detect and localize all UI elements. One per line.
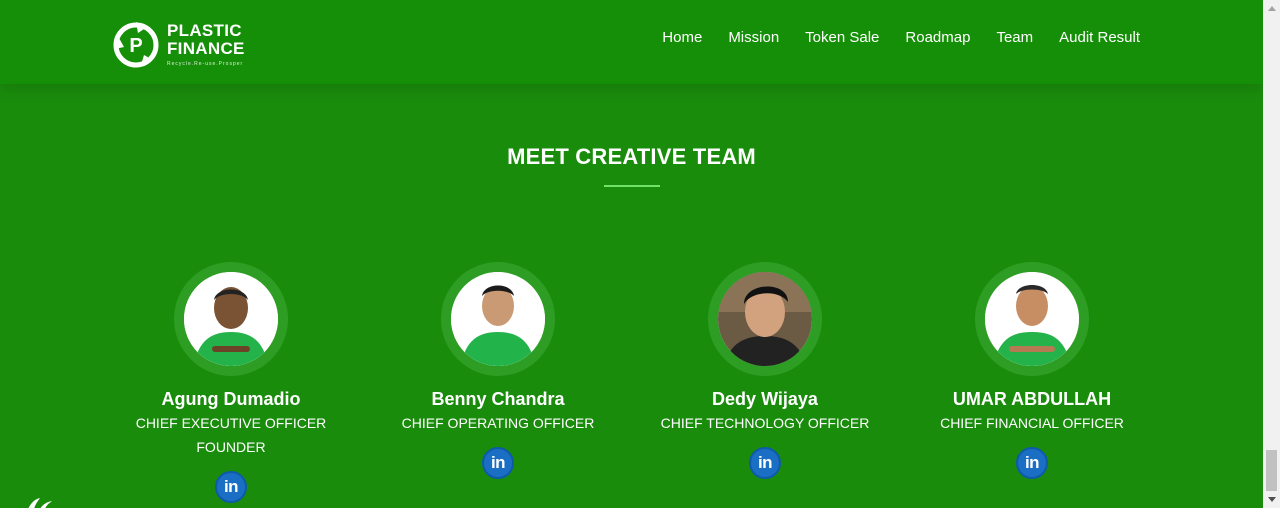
member-role: CHIEF EXECUTIVE OFFICER xyxy=(135,415,327,431)
linkedin-icon[interactable]: in xyxy=(215,471,247,503)
avatar xyxy=(451,272,545,366)
linkedin-icon-label: in xyxy=(757,453,773,472)
nav-home[interactable]: Home xyxy=(662,29,702,46)
linkedin-icon[interactable]: in xyxy=(749,447,781,479)
nav-mission[interactable]: Mission xyxy=(728,29,779,46)
title-underline xyxy=(604,185,660,187)
main-content: P PLASTIC FINANCE Recycle.Re-use.Prosper… xyxy=(0,0,1263,508)
scroll-down-arrow-icon[interactable] xyxy=(1263,491,1280,508)
avatar-ring xyxy=(708,262,822,376)
member-role: CHIEF TECHNOLOGY OFFICER xyxy=(660,415,870,431)
linkedin-icon[interactable]: in xyxy=(1016,447,1048,479)
avatar-ring xyxy=(174,262,288,376)
linkedin-icon-label: in xyxy=(490,453,506,472)
nav-audit-result[interactable]: Audit Result xyxy=(1059,29,1140,46)
member-name: Dedy Wijaya xyxy=(712,389,818,409)
nav-roadmap[interactable]: Roadmap xyxy=(905,29,970,46)
member-role-secondary: FOUNDER xyxy=(196,439,266,455)
brand-text: PLASTIC FINANCE Recycle.Re-use.Prosper xyxy=(167,20,245,67)
avatar xyxy=(718,272,812,366)
member-name: UMAR ABDULLAH xyxy=(952,389,1112,409)
member-role: CHIEF FINANCIAL OFFICER xyxy=(940,415,1124,431)
nav-team[interactable]: Team xyxy=(996,29,1033,46)
member-role: CHIEF OPERATING OFFICER xyxy=(401,415,595,431)
linkedin-icon[interactable]: in xyxy=(482,447,514,479)
member-name: Benny Chandra xyxy=(431,389,565,409)
team-member-card: Dedy Wijaya CHIEF TECHNOLOGY OFFICER in xyxy=(630,262,900,479)
team-member-card: UMAR ABDULLAH CHIEF FINANCIAL OFFICER in xyxy=(897,262,1167,479)
avatar xyxy=(985,272,1079,366)
brand-line-1: PLASTIC xyxy=(167,20,242,40)
brand-line-2: FINANCE xyxy=(167,38,245,58)
team-member-card: Benny Chandra CHIEF OPERATING OFFICER in xyxy=(363,262,633,479)
svg-text:P: P xyxy=(129,35,142,57)
page: P PLASTIC FINANCE Recycle.Re-use.Prosper… xyxy=(0,0,1280,508)
vertical-scrollbar[interactable] xyxy=(1263,0,1280,508)
section-title: MEET CREATIVE TEAM xyxy=(507,144,756,169)
member-name: Agung Dumadio xyxy=(161,389,301,409)
brand-logo[interactable]: P PLASTIC FINANCE Recycle.Re-use.Prosper xyxy=(111,19,261,69)
avatar-ring xyxy=(975,262,1089,376)
team-member-card: Agung Dumadio CHIEF EXECUTIVE OFFICER FO… xyxy=(96,262,366,503)
linkedin-icon-label: in xyxy=(1024,453,1040,472)
nav-token-sale[interactable]: Token Sale xyxy=(805,29,879,46)
leaf-decoration-icon xyxy=(28,498,52,508)
avatar xyxy=(184,272,278,366)
brand-tagline: Recycle.Re-use.Prosper xyxy=(167,60,244,67)
scroll-up-arrow-icon[interactable] xyxy=(1263,0,1280,17)
site-header: P PLASTIC FINANCE Recycle.Re-use.Prosper… xyxy=(0,0,1263,84)
recycle-logo-icon: P xyxy=(113,22,159,68)
linkedin-icon-label: in xyxy=(223,477,239,496)
avatar-ring xyxy=(441,262,555,376)
main-nav: Home Mission Token Sale Roadmap Team Aud… xyxy=(662,29,1140,46)
